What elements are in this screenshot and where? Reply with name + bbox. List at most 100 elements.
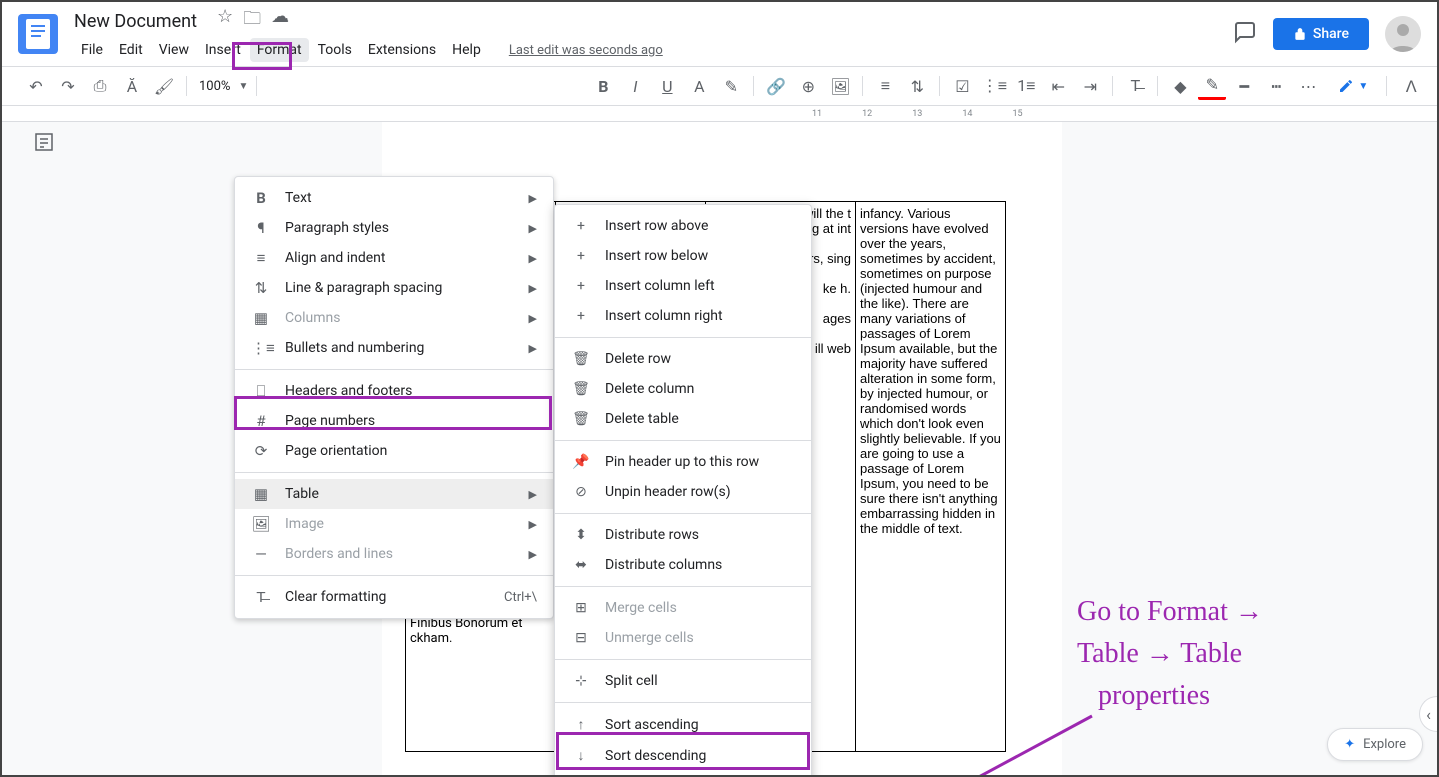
unpin-header-item[interactable]: ⊘Unpin header row(s) bbox=[555, 477, 811, 507]
zoom-level[interactable]: 100% bbox=[195, 79, 234, 94]
move-icon[interactable]: 🗀 bbox=[243, 6, 261, 36]
split-cell-item[interactable]: ⊹Split cell bbox=[555, 666, 811, 696]
plus-icon: + bbox=[571, 218, 591, 234]
chevron-right-icon: ▶ bbox=[529, 192, 537, 205]
sort-asc-item[interactable]: ↑Sort ascending bbox=[555, 709, 811, 740]
last-edit-text[interactable]: Last edit was seconds ago bbox=[502, 39, 670, 62]
border-width-icon[interactable]: ━ bbox=[1230, 72, 1258, 100]
delete-col-item[interactable]: 🗑Delete column bbox=[555, 374, 811, 404]
hide-menus-icon[interactable]: ᐱ bbox=[1397, 72, 1425, 100]
indent-decrease-icon[interactable]: ⇤ bbox=[1044, 72, 1072, 100]
border-style-icon[interactable]: ┅ bbox=[1262, 72, 1290, 100]
table-icon: ▦ bbox=[251, 485, 271, 503]
explore-button[interactable]: ✦ Explore bbox=[1327, 728, 1423, 761]
comment-add-icon[interactable]: ⊕ bbox=[794, 72, 822, 100]
delete-row-item[interactable]: 🗑Delete row bbox=[555, 344, 811, 374]
editing-mode-button[interactable]: ▼ bbox=[1330, 74, 1376, 98]
sort-asc-icon: ↑ bbox=[571, 716, 591, 733]
paint-format-icon[interactable]: 🖌 bbox=[150, 72, 178, 100]
insert-row-below-item[interactable]: +Insert row below bbox=[555, 241, 811, 271]
share-button[interactable]: Share bbox=[1273, 18, 1369, 50]
star-icon[interactable]: ☆ bbox=[217, 6, 233, 36]
list-icon: ⋮≡ bbox=[251, 339, 271, 357]
line-icon: — bbox=[251, 545, 271, 563]
format-headers-item[interactable]: ⎕Headers and footers bbox=[235, 376, 553, 406]
format-page-numbers-item[interactable]: #Page numbers bbox=[235, 406, 553, 436]
table-submenu: +Insert row above +Insert row below +Ins… bbox=[554, 204, 812, 775]
highlight-icon[interactable]: ✎ bbox=[717, 72, 745, 100]
redo-icon[interactable]: ↷ bbox=[54, 72, 82, 100]
more-icon[interactable]: ⋯ bbox=[1294, 72, 1322, 100]
format-orientation-item[interactable]: ⟳Page orientation bbox=[235, 436, 553, 466]
sort-desc-item[interactable]: ↓Sort descending bbox=[555, 740, 811, 771]
menu-help[interactable]: Help bbox=[445, 38, 488, 62]
sort-desc-icon: ↓ bbox=[571, 747, 591, 764]
columns-icon: ▦ bbox=[251, 309, 271, 327]
menu-view[interactable]: View bbox=[152, 38, 196, 62]
format-spacing-item[interactable]: ⇅Line & paragraph spacing▶ bbox=[235, 273, 553, 303]
distribute-cols-item[interactable]: ⬌Distribute columns bbox=[555, 550, 811, 580]
table-cell[interactable]: infancy. Various versions have evolved o… bbox=[856, 202, 1006, 752]
show-side-panel-icon[interactable]: ‹ bbox=[1419, 696, 1437, 732]
underline-icon[interactable]: U bbox=[653, 72, 681, 100]
menu-format[interactable]: Format bbox=[250, 38, 309, 62]
cloud-icon[interactable]: ☁ bbox=[271, 6, 289, 36]
menu-insert[interactable]: Insert bbox=[198, 38, 248, 62]
user-avatar[interactable] bbox=[1385, 16, 1421, 52]
annotation-arrow-icon bbox=[812, 706, 1102, 775]
format-text-item[interactable]: BText▶ bbox=[235, 183, 553, 213]
outline-icon[interactable] bbox=[32, 130, 60, 158]
format-image-item[interactable]: 🖼Image▶ bbox=[235, 509, 553, 539]
menu-file[interactable]: File bbox=[74, 38, 110, 62]
menu-extensions[interactable]: Extensions bbox=[361, 38, 443, 62]
trash-icon: 🗑 bbox=[571, 381, 591, 397]
docs-logo-icon[interactable] bbox=[18, 14, 58, 54]
image-insert-icon[interactable]: 🖼 bbox=[826, 72, 854, 100]
insert-row-above-item[interactable]: +Insert row above bbox=[555, 211, 811, 241]
pin-header-item[interactable]: 📌Pin header up to this row bbox=[555, 447, 811, 477]
comments-icon[interactable] bbox=[1233, 20, 1257, 48]
format-columns-item[interactable]: ▦Columns▶ bbox=[235, 303, 553, 333]
bullet-list-icon[interactable]: ⋮≡ bbox=[980, 72, 1008, 100]
spellcheck-icon[interactable]: Ă bbox=[118, 72, 146, 100]
menu-edit[interactable]: Edit bbox=[112, 38, 150, 62]
unmerge-cells-item[interactable]: ⊟Unmerge cells bbox=[555, 623, 811, 653]
line-spacing-icon[interactable]: ⇅ bbox=[903, 72, 931, 100]
fill-color-icon[interactable]: ◆ bbox=[1166, 72, 1194, 100]
delete-table-item[interactable]: 🗑Delete table bbox=[555, 404, 811, 434]
align-icon[interactable]: ≡ bbox=[871, 72, 899, 100]
format-clear-item[interactable]: T̶Clear formattingCtrl+\ bbox=[235, 582, 553, 612]
merge-cells-item[interactable]: ⊞Merge cells bbox=[555, 593, 811, 623]
italic-icon[interactable]: I bbox=[621, 72, 649, 100]
format-table-item[interactable]: ▦Table▶ bbox=[235, 479, 553, 509]
checklist-icon[interactable]: ☑ bbox=[948, 72, 976, 100]
insert-col-left-item[interactable]: +Insert column left bbox=[555, 271, 811, 301]
ruler: 11 12 13 14 15 bbox=[2, 106, 1437, 122]
distribute-rows-item[interactable]: ⬍Distribute rows bbox=[555, 520, 811, 550]
border-color-icon[interactable]: ✎ bbox=[1198, 72, 1226, 100]
bold-icon[interactable]: B bbox=[589, 72, 617, 100]
document-title[interactable]: New Document bbox=[74, 11, 197, 32]
menu-tools[interactable]: Tools bbox=[311, 38, 359, 62]
link-icon[interactable]: 🔗 bbox=[762, 72, 790, 100]
number-list-icon[interactable]: 1≡ bbox=[1012, 72, 1040, 100]
trash-icon: 🗑 bbox=[571, 411, 591, 427]
clear-format-icon[interactable]: T̶ bbox=[1121, 72, 1149, 100]
indent-increase-icon[interactable]: ⇥ bbox=[1076, 72, 1104, 100]
trash-icon: 🗑 bbox=[571, 351, 591, 367]
format-paragraph-item[interactable]: ¶Paragraph styles▶ bbox=[235, 213, 553, 243]
content-area: 11 12 13 14 15 the undoubtable source. L… bbox=[2, 106, 1437, 775]
orientation-icon: ⟳ bbox=[251, 442, 271, 460]
format-borders-item[interactable]: —Borders and lines▶ bbox=[235, 539, 553, 569]
chevron-right-icon: ▶ bbox=[529, 252, 537, 265]
undo-icon[interactable]: ↶ bbox=[22, 72, 50, 100]
insert-col-right-item[interactable]: +Insert column right bbox=[555, 301, 811, 331]
print-icon[interactable]: ⎙ bbox=[86, 72, 114, 100]
header-right: Share bbox=[1233, 16, 1421, 52]
format-bullets-item[interactable]: ⋮≡Bullets and numbering▶ bbox=[235, 333, 553, 363]
unpin-icon: ⊘ bbox=[571, 484, 591, 500]
chevron-right-icon: ▶ bbox=[529, 488, 537, 501]
chevron-right-icon: ▶ bbox=[529, 312, 537, 325]
format-align-item[interactable]: ≡Align and indent▶ bbox=[235, 243, 553, 273]
text-color-icon[interactable]: A bbox=[685, 72, 713, 100]
